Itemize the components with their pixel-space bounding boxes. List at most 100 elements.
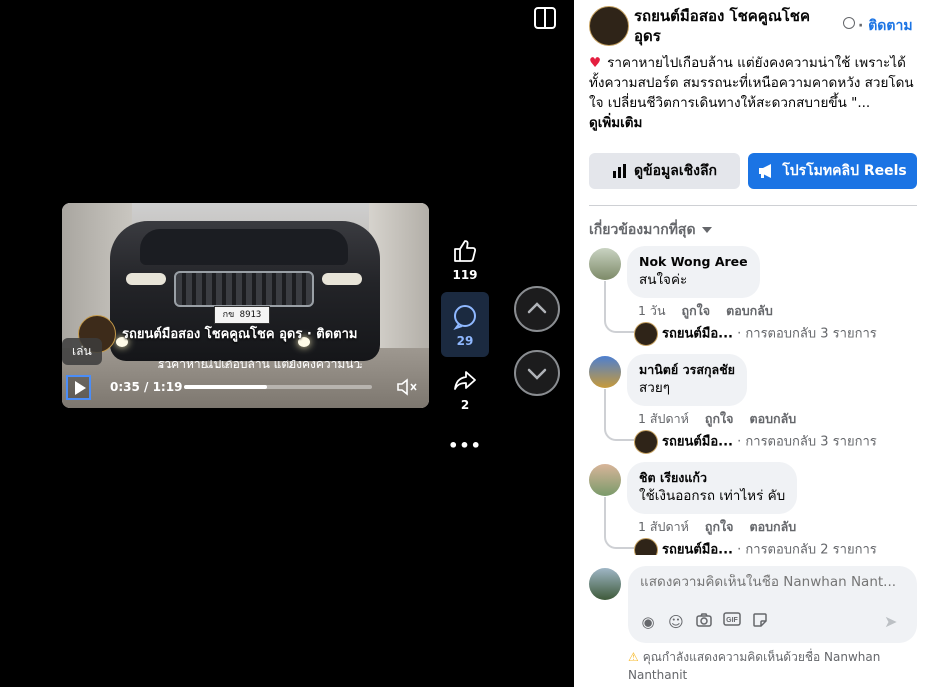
commenter-avatar[interactable] [589,464,621,496]
comment-time[interactable]: 1 สัปดาห์ [638,519,689,534]
reply-preview[interactable]: รถยนต์มือ... · การตอบกลับ 3 รายการ [634,430,877,454]
reply-preview[interactable]: รถยนต์มือ... · การตอบกลับ 2 รายการ [634,538,877,555]
share-action[interactable]: 2 [443,368,487,412]
comment-like-button[interactable]: ถูกใจ [705,411,734,426]
send-icon[interactable]: ➤ [884,612,897,631]
camera-icon[interactable] [694,612,714,632]
sticker-icon[interactable] [750,612,770,632]
comment-bubble: Nok Wong Aree สนใจค่ะ [627,246,760,298]
license-plate: กข 8913 [214,306,270,324]
time-display: 0:35 / 1:19 [110,380,183,394]
post-description: ♥ ราคาหายไปเกือบล้าน แต่ยังคงความน่าใช้ เ… [589,53,919,133]
comment-reply-button[interactable]: ตอบกลับ [749,519,796,534]
heart-icon: ♥ [589,55,602,71]
reel-viewer: กข 8913 รถยนต์มือสอง โชคคูณโชค อุดร · ติ… [0,0,574,687]
commenter-name[interactable]: มานิตย์ วรสกุลชัย [639,362,735,378]
commenter-name[interactable]: ชิต เรียงแก้ว [639,470,785,486]
comment-time[interactable]: 1 สัปดาห์ [638,411,689,426]
video-player[interactable]: กข 8913 รถยนต์มือสอง โชคคูณโชค อุดร · ติ… [62,203,429,408]
sort-label: เกี่ยวข้องมากที่สุด [589,222,696,238]
description-text: ราคาหายไปเกือบล้าน แต่ยังคงความน่าใช้ เพ… [589,55,914,111]
play-tooltip: เล่น [62,338,102,365]
comment-like-button[interactable]: ถูกใจ [682,303,711,318]
previous-reel-button[interactable] [514,286,560,332]
comment-time[interactable]: 1 วัน [638,303,666,318]
reply-avatar [634,430,658,454]
comment-composer: ◉ ☺ GIF ➤ [628,566,917,643]
comment-list-clip: รถยนต์มือ... · การตอบกลับ 2 รายการ [574,536,931,555]
page-name[interactable]: รถยนต์มือสอง โชคคูณโชค อุดร [634,6,834,46]
insights-label: ดูข้อมูลเชิงลึก [633,163,718,179]
comment-sort-dropdown[interactable]: เกี่ยวข้องมากที่สุด [589,219,712,241]
divider [589,205,917,206]
exit-fullscreen-icon[interactable] [534,7,556,29]
comment-reply-button[interactable]: ตอบกลับ [726,303,773,318]
chevron-up-icon [527,302,547,314]
comment-actions: 1 วัน ถูกใจ ตอบกลับ [638,301,789,321]
reply-avatar [634,322,658,346]
emoji-icon[interactable]: ☺ [666,612,686,632]
next-reel-button[interactable] [514,350,560,396]
gif-icon[interactable]: GIF [722,612,742,632]
share-icon [454,371,476,390]
like-count: 119 [452,268,478,282]
comment-text: สวยๆ [639,380,670,396]
video-caption-peek: ราคาหายไปเกือบล้าน แต่ยังคงความน่าใช้ เพ… [158,360,363,368]
video-page-title[interactable]: รถยนต์มือสอง โชคคูณโชค อุดร · ติดตาม [122,323,358,344]
progress-fill [184,385,267,389]
play-button[interactable] [66,375,91,400]
reply-page-name: รถยนต์มือ... [662,542,733,556]
car-headlight-left [126,273,166,285]
comment-bubble: มานิตย์ วรสกุลชัย สวยๆ [627,354,747,406]
composer-avatar[interactable] [589,568,621,600]
promote-reels-button[interactable]: โปรโมทคลิป Reels [748,153,917,189]
chevron-down-icon [527,368,547,380]
more-options-icon[interactable]: ••• [443,436,487,455]
reply-count: · การตอบกลับ 3 รายการ [737,326,877,342]
follow-button[interactable]: ติดตาม [858,15,912,37]
mute-icon[interactable] [396,377,418,397]
comment-reply-button[interactable]: ตอบกลับ [749,411,796,426]
thread-line [604,389,634,441]
car-windshield [140,229,348,265]
comment-icon [453,305,476,330]
reply-page-name: รถยนต์มือ... [662,326,733,342]
like-action[interactable]: 119 [443,238,487,282]
progress-bar[interactable] [184,385,372,389]
commenter-name[interactable]: Nok Wong Aree [639,254,748,270]
caret-down-icon [701,227,712,233]
bar-chart-icon [612,164,626,178]
comment-input[interactable] [640,574,905,590]
comment-bubble: ชิต เรียงแก้ว ใช้เงินออกรถ เท่าไหร่ คับ [627,462,798,514]
reply-count: · การตอบกลับ 3 รายการ [737,434,877,450]
warning-icon: ⚠ [628,650,639,664]
comment-actions: 1 สัปดาห์ ถูกใจ ตอบกลับ [638,517,812,537]
megaphone-icon [759,164,772,178]
globe-icon [843,17,855,29]
car-grille [174,271,314,307]
composer-warning: ⚠ คุณกำลังแสดงความคิดเห็นด้วยชื่อ Nanwhan… [628,648,918,684]
comment-count: 29 [456,334,474,348]
svg-text:GIF: GIF [726,617,738,624]
page-avatar[interactable] [589,6,629,46]
insights-button[interactable]: ดูข้อมูลเชิงลึก [589,153,740,189]
share-count: 2 [460,398,470,412]
comment-like-button[interactable]: ถูกใจ [705,519,734,534]
reply-page-name: รถยนต์มือ... [662,434,733,450]
details-panel: รถยนต์มือสอง โชคคูณโชค อุดร ติดตาม ♥ราคา… [574,0,931,687]
comment-action[interactable]: 29 [441,292,489,357]
comment-text: สนใจค่ะ [639,272,688,288]
commenter-avatar[interactable] [589,356,621,388]
reply-preview[interactable]: รถยนต์มือ... · การตอบกลับ 3 รายการ [634,322,877,346]
avatar-sticker-icon[interactable]: ◉ [638,612,658,632]
comment-actions: 1 สัปดาห์ ถูกใจ ตอบกลับ [638,409,812,429]
commenter-avatar[interactable] [589,248,621,280]
reply-count: · การตอบกลับ 2 รายการ [737,542,877,556]
promote-label: โปรโมทคลิป Reels [782,163,907,179]
thumbs-up-icon [454,240,477,262]
car-headlight-right [322,273,362,285]
see-more-link[interactable]: ดูเพิ่มเติม [589,113,919,133]
comment-text: ใช้เงินออกรถ เท่าไหร่ คับ [639,488,786,504]
reply-avatar [634,538,658,555]
warning-text: คุณกำลังแสดงความคิดเห็นด้วยชื่อ Nanwhan … [628,650,881,682]
